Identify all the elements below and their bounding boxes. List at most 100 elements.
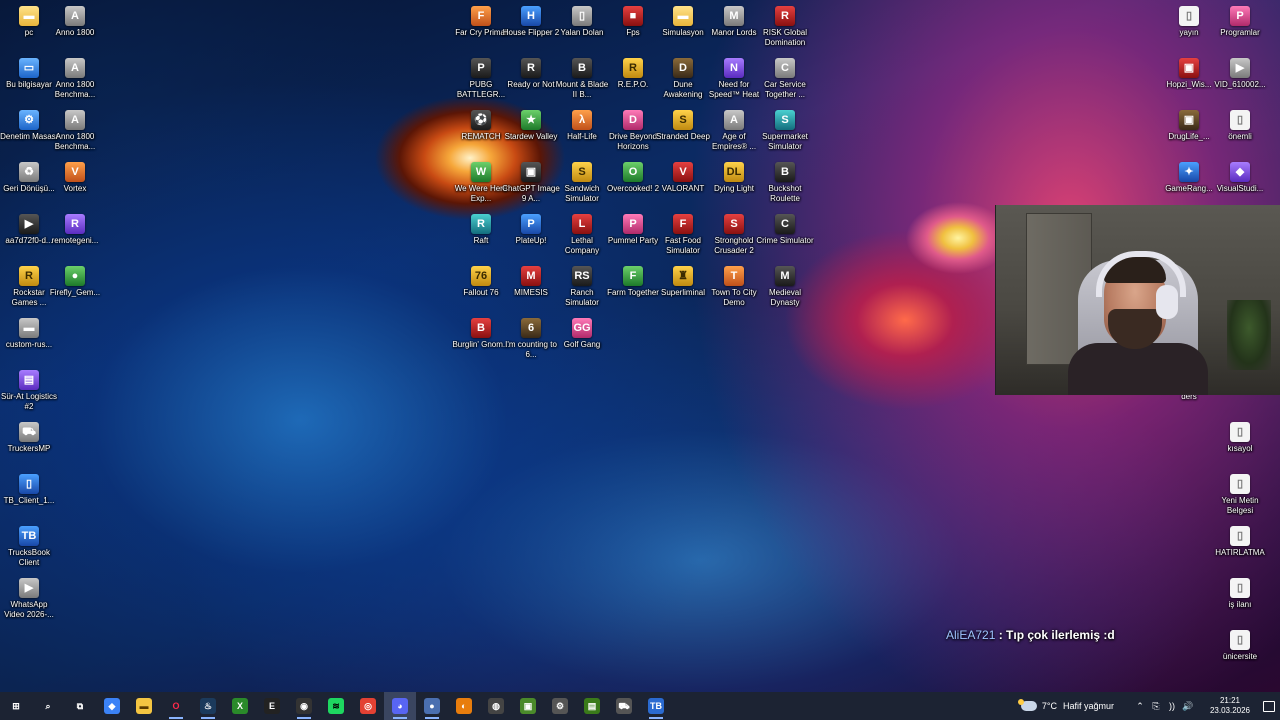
text-document-icon: ▯ — [1230, 526, 1250, 546]
desktop-shortcut[interactable]: P PlateUp! — [502, 212, 560, 264]
desktop-shortcut[interactable]: ▶ VID_610002... — [1211, 56, 1269, 108]
obs-button[interactable]: ◉ — [288, 692, 320, 720]
desktop-shortcut[interactable]: ▬ Simulasyon — [654, 4, 712, 56]
desktop-shortcut[interactable]: A Age of Empires® ... — [705, 108, 763, 160]
desktop-shortcut[interactable]: D Dune Awakening — [654, 56, 712, 108]
desktop-shortcut[interactable]: ▯ iş ilanı — [1211, 576, 1269, 628]
desktop-shortcut[interactable]: V VALORANT — [654, 160, 712, 212]
desktop-shortcut[interactable]: V Vortex — [46, 160, 104, 212]
app-button-globe[interactable]: ● — [416, 692, 448, 720]
dune-icon: D — [673, 58, 693, 78]
shortcut-label: Ready or Not — [507, 80, 555, 89]
text-document-icon: ▯ — [1230, 474, 1250, 494]
desktop-shortcut[interactable]: N Need for Speed™ Heat — [705, 56, 763, 108]
desktop-shortcut[interactable]: ▯ TB_Client_1... — [0, 472, 58, 524]
desktop-shortcut[interactable]: C Car Service Together ... — [756, 56, 814, 108]
desktop-shortcut[interactable]: ▯ kısayol — [1211, 420, 1269, 472]
desktop-shortcut[interactable]: P Programlar — [1211, 4, 1269, 56]
settings-app-button[interactable]: ⚙ — [544, 692, 576, 720]
flag-file-icon: ▬ — [19, 318, 39, 338]
desktop-shortcut[interactable]: B Buckshot Roulette — [756, 160, 814, 212]
discord-button[interactable]: ◕ — [384, 692, 416, 720]
sound-waves-icon[interactable]: )) — [1164, 701, 1180, 711]
opera-gx-button[interactable]: O — [160, 692, 192, 720]
desktop-shortcut[interactable]: ▣ DrugLife_... — [1160, 108, 1218, 160]
desktop-shortcut[interactable]: ▯ önemli — [1211, 108, 1269, 160]
desktop-shortcut[interactable]: ▯ Yeni Metin Belgesi — [1211, 472, 1269, 524]
desktop-shortcut[interactable]: ▣ Hopzi_Wis... — [1160, 56, 1218, 108]
desktop-shortcut[interactable]: M Manor Lords — [705, 4, 763, 56]
desktop-shortcut[interactable]: 6 I'm counting to 6... — [502, 316, 560, 368]
steam-button[interactable]: ♨ — [192, 692, 224, 720]
shortcut-label: Mount & Blade II B... — [555, 80, 609, 99]
desktop-shortcut[interactable]: GG Golf Gang — [553, 316, 611, 368]
weather-widget[interactable]: 7°C Hafif yağmur — [1017, 699, 1114, 711]
desktop-shortcut[interactable]: DL Dying Light — [705, 160, 763, 212]
clock[interactable]: 21:21 23.03.2026 — [1202, 696, 1258, 716]
minecraft-button[interactable]: ▣ — [512, 692, 544, 720]
anno-benchmark-icon: A — [65, 110, 85, 130]
desktop-shortcut[interactable]: R RISK Global Domination — [756, 4, 814, 56]
desktop-shortcut[interactable]: ★ Stardew Valley — [502, 108, 560, 160]
desktop-shortcut[interactable]: F Fast Food Simulator — [654, 212, 712, 264]
volume-icon[interactable]: 🔊 — [1180, 701, 1196, 712]
blender-button[interactable]: ◐ — [448, 692, 480, 720]
chrome-button[interactable]: ◎ — [352, 692, 384, 720]
desktop-shortcut[interactable]: ▣ ChatGPT Image 9 A... — [502, 160, 560, 212]
desktop-shortcut[interactable]: ● Firefly_Gem... — [46, 264, 104, 316]
text-document-icon: ▯ — [1230, 630, 1250, 650]
desktop-shortcut[interactable]: ▤ Sür-At Logistics #2 — [0, 368, 58, 420]
desktop-shortcut[interactable]: S Stranded Deep — [654, 108, 712, 160]
desktop-shortcut[interactable]: TB TrucksBook Client — [0, 524, 58, 576]
counting-icon: 6 — [521, 318, 541, 338]
ready-or-not-icon: R — [521, 58, 541, 78]
desktop-shortcut[interactable]: Rremotegeni... — [46, 212, 104, 264]
rockstar-icon: R — [19, 266, 39, 286]
shortcut-label: önemli — [1228, 132, 1252, 141]
truckersmp-button[interactable]: ⛟ — [608, 692, 640, 720]
desktop-shortcut[interactable]: ▯ yayın — [1160, 4, 1218, 56]
file-explorer-button[interactable]: ▬ — [128, 692, 160, 720]
search-button[interactable]: ⌕ — [32, 692, 64, 720]
desktop-shortcut[interactable]: S Sandwich Simulator — [553, 160, 611, 212]
rockstar-launcher-button[interactable]: ◍ — [480, 692, 512, 720]
desktop-shortcut[interactable]: A Anno 1800 Benchma... — [46, 56, 104, 108]
desktop-shortcut[interactable]: ▯ Yalan Dolan — [553, 4, 611, 56]
desktop-shortcut[interactable]: ▯ HATIRLATMA — [1211, 524, 1269, 576]
task-view-button[interactable]: ⧉ — [64, 692, 96, 720]
desktop-shortcut[interactable]: A Anno 1800 Benchma... — [46, 108, 104, 160]
start-button[interactable]: ⊞ — [0, 692, 32, 720]
desktop-shortcut[interactable]: ♜ Superliminal — [654, 264, 712, 316]
desktop[interactable]: ▬ pc A Anno 1800 ▭ Bu bilgisayar A Anno 1800 Be… — [0, 0, 1280, 692]
desktop-shortcut[interactable]: ▯ ünicersite — [1211, 628, 1269, 680]
desktop-shortcut[interactable]: B Mount & Blade II B... — [553, 56, 611, 108]
desktop-shortcut[interactable]: L Lethal Company — [553, 212, 611, 264]
desktop-shortcut[interactable]: ⛟ TruckersMP — [0, 420, 58, 472]
remote-icon: R — [65, 214, 85, 234]
desktop-shortcut[interactable]: λ Half-Life — [553, 108, 611, 160]
desktop-shortcut[interactable]: T Town To City Demo — [705, 264, 763, 316]
nvidia-button[interactable]: ▤ — [576, 692, 608, 720]
desktop-shortcut[interactable]: RS Ranch Simulator — [553, 264, 611, 316]
spotify-button[interactable]: ≋ — [320, 692, 352, 720]
desktop-shortcut[interactable]: R Ready or Not — [502, 56, 560, 108]
desktop-shortcut[interactable]: ▬ custom-rus... — [0, 316, 58, 368]
desktop-shortcut[interactable]: ▶ WhatsApp Video 2026-... — [0, 576, 58, 628]
epic-games-button[interactable]: E — [256, 692, 288, 720]
repo-icon: R — [623, 58, 643, 78]
desktop-shortcut[interactable]: C Crime Simulator — [756, 212, 814, 264]
network-icon[interactable]: ⎘ — [1148, 701, 1164, 712]
shortcut-label: Age of Empires® ... — [711, 132, 757, 151]
desktop-shortcut[interactable]: M MIMESIS — [502, 264, 560, 316]
desktop-shortcut[interactable]: M Medieval Dynasty — [756, 264, 814, 316]
desktop-shortcut[interactable]: A Anno 1800 — [46, 4, 104, 56]
copilot-button[interactable]: ◆ — [96, 692, 128, 720]
trucksbook-button[interactable]: TB — [640, 692, 672, 720]
desktop-shortcut[interactable]: S Supermarket Simulator — [756, 108, 814, 160]
desktop-shortcut[interactable]: H House Flipper 2 — [502, 4, 560, 56]
xbox-button[interactable]: X — [224, 692, 256, 720]
notification-button[interactable] — [1258, 692, 1280, 720]
desktop-shortcut[interactable]: S Stronghold Crusader 2 — [705, 212, 763, 264]
rematch-icon: ⚽ — [471, 110, 491, 130]
chevron-up-icon[interactable]: ⌃ — [1132, 701, 1148, 712]
